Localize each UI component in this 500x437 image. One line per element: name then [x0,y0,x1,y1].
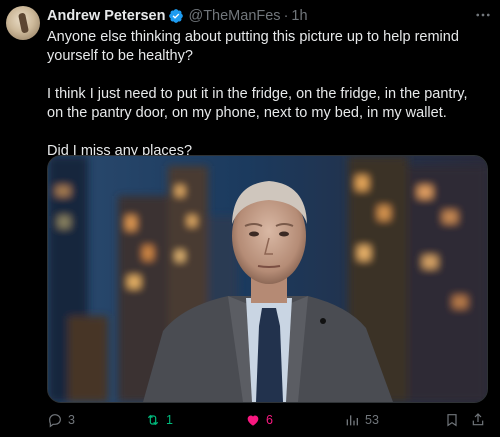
photo-illustration [48,156,487,402]
author-name[interactable]: Andrew Petersen [47,8,165,24]
reply-icon [49,414,61,428]
repost-button[interactable]: 1 [145,410,173,430]
action-bar: 3 1 6 53 [47,410,487,430]
share-icon [472,413,484,426]
separator-dot: · [283,8,289,24]
tweet-paragraph: Anyone else thinking about putting this … [47,29,459,64]
author-handle[interactable]: @TheManFes [188,8,280,24]
views-button[interactable]: 53 [344,410,379,430]
timestamp[interactable]: 1h [291,8,307,24]
share-button[interactable] [470,410,486,430]
tweet[interactable]: Andrew Petersen @TheManFes · 1h Anyone e… [0,0,500,437]
more-icon[interactable] [474,6,492,27]
views-icon [346,415,358,426]
tweet-photo[interactable] [47,155,488,403]
bookmark-button[interactable] [444,410,460,430]
reply-button[interactable]: 3 [47,410,75,430]
reply-count: 3 [68,413,75,427]
bookmark-icon [447,414,457,427]
verified-badge-icon [169,9,184,23]
avatar[interactable] [6,6,40,40]
like-count: 6 [266,413,273,427]
tweet-paragraph: I think I just need to put it in the fri… [47,86,468,121]
tweet-header: Andrew Petersen @TheManFes · 1h [47,6,308,26]
like-button[interactable]: 6 [245,410,273,430]
repost-icon [147,414,159,426]
views-count: 53 [365,413,379,427]
repost-count: 1 [166,413,173,427]
like-icon [247,415,259,426]
